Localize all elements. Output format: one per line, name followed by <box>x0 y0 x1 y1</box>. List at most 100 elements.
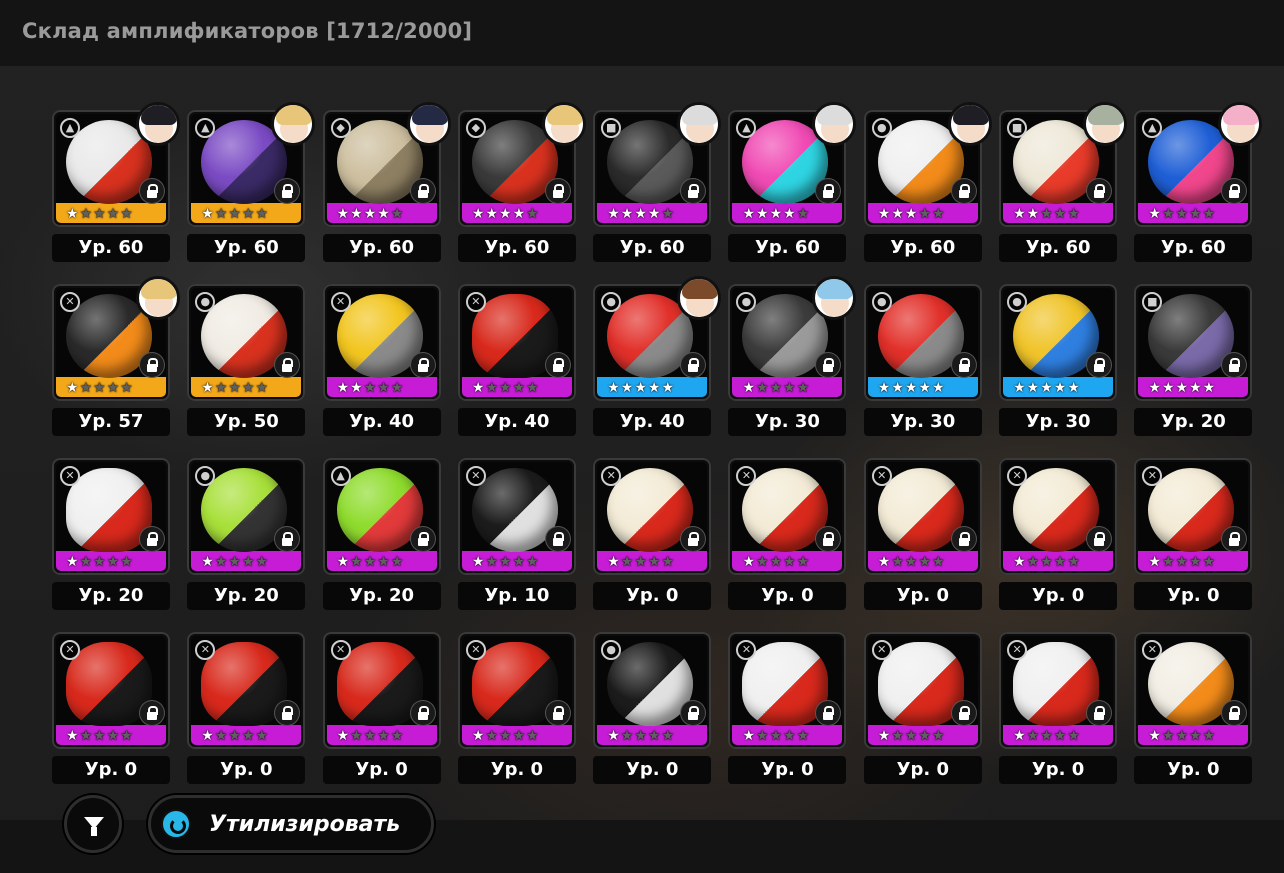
lock-icon[interactable] <box>1087 527 1112 551</box>
star-icon: ★ <box>512 728 526 744</box>
star-icon: ★ <box>1148 554 1161 570</box>
star-icon: ★ <box>526 554 539 570</box>
lock-icon[interactable] <box>681 701 706 725</box>
amplifier-card[interactable]: ✕ ★ ★ ★ ★ ★ Ур. 0 <box>999 458 1118 610</box>
amplifier-card[interactable]: ✕ ★ ★ ★ ★ ★ Ур. 0 <box>728 632 847 784</box>
amplifier-card[interactable]: ● ★ ★ ★ ★ ★ Ур. 50 <box>187 284 306 436</box>
amplifier-card[interactable]: ▲ ★ ★ ★ ★ ★ Ур. 60 <box>1134 102 1263 262</box>
star-icon: ★ <box>1161 380 1175 396</box>
amplifier-card[interactable]: ■ ★ ★ ★ ★ ★ Ур. 20 <box>1134 284 1253 436</box>
lock-icon[interactable] <box>951 179 976 203</box>
star-icon: ★ <box>932 554 945 570</box>
star-icon: ★ <box>499 554 512 570</box>
star-icon: ★ <box>904 728 918 744</box>
amplifier-card[interactable]: ● ★ ★ ★ ★ ★ Ур. 0 <box>593 632 712 784</box>
lock-icon[interactable] <box>681 527 706 551</box>
lock-icon[interactable] <box>410 701 435 725</box>
amplifier-card[interactable]: ■ ★ ★ ★ ★ ★ Ур. 60 <box>593 102 722 262</box>
amplifier-card[interactable]: ✕ ★ ★ ★ ★ ★ Ур. 0 <box>187 632 306 784</box>
star-icon: ★ <box>377 206 390 222</box>
lock-icon[interactable] <box>140 179 164 203</box>
lock-icon[interactable] <box>545 179 570 203</box>
amplifier-card[interactable]: ✕ ★ ★ ★ ★ ★ Ур. 0 <box>52 632 170 784</box>
amplifier-card[interactable]: ▲ ★ ★ ★ ★ ★ Ур. 60 <box>52 102 180 262</box>
star-icon: ★ <box>228 206 241 222</box>
amplifier-card[interactable]: ✕ ★ ★ ★ ★ ★ Ур. 0 <box>322 632 441 784</box>
star-icon: ★ <box>228 554 241 570</box>
amplifier-card[interactable]: ▲ ★ ★ ★ ★ ★ Ур. 20 <box>322 458 441 610</box>
amplifier-card[interactable]: ● ★ ★ ★ ★ ★ Ур. 30 <box>728 276 857 436</box>
star-icon: ★ <box>796 206 810 222</box>
star-icon: ★ <box>214 554 228 570</box>
amplifier-card[interactable]: ✕ ★ ★ ★ ★ ★ Ур. 0 <box>728 458 847 610</box>
amplifier-card[interactable]: ✕ ★ ★ ★ ★ ★ Ур. 20 <box>52 458 170 610</box>
amplifier-card[interactable]: ✕ ★ ★ ★ ★ ★ Ур. 0 <box>863 632 982 784</box>
amplifier-card[interactable]: ✕ ★ ★ ★ ★ ★ Ур. 0 <box>999 632 1118 784</box>
amplifier-card[interactable]: ◆ ★ ★ ★ ★ ★ Ур. 60 <box>322 102 451 262</box>
lock-icon[interactable] <box>1087 701 1112 725</box>
amplifier-card[interactable]: ✕ ★ ★ ★ ★ ★ Ур. 0 <box>1134 632 1253 784</box>
star-icon: ★ <box>201 380 214 396</box>
star-icon: ★ <box>661 380 674 396</box>
star-icon: ★ <box>336 728 350 744</box>
level-label: Ур. 20 <box>187 582 306 610</box>
lock-icon[interactable] <box>410 179 435 203</box>
lock-icon[interactable] <box>545 353 570 377</box>
amplifier-card[interactable]: ✕ ★ ★ ★ ★ ★ Ур. 0 <box>457 632 576 784</box>
lock-icon[interactable] <box>681 353 706 377</box>
lock-icon[interactable] <box>545 527 570 551</box>
amplifier-card[interactable]: ● ★ ★ ★ ★ ★ Ур. 20 <box>187 458 306 610</box>
amplifier-card[interactable]: ✕ ★ ★ ★ ★ ★ Ур. 40 <box>457 284 576 436</box>
star-icon: ★ <box>485 728 499 744</box>
lock-icon[interactable] <box>681 179 706 203</box>
lock-icon[interactable] <box>545 701 570 725</box>
amplifier-card[interactable]: ● ★ ★ ★ ★ ★ Ур. 30 <box>863 284 982 436</box>
lock-icon[interactable] <box>951 701 976 725</box>
lock-icon[interactable] <box>140 701 164 725</box>
lock-icon[interactable] <box>1087 353 1112 377</box>
level-label: Ур. 20 <box>1134 408 1253 436</box>
amplifier-card[interactable]: ▲ ★ ★ ★ ★ ★ Ур. 60 <box>187 102 316 262</box>
lock-icon[interactable] <box>140 353 164 377</box>
level-label: Ур. 0 <box>999 756 1118 784</box>
amplifier-card[interactable]: ✕ ★ ★ ★ ★ ★ Ур. 10 <box>457 458 576 610</box>
amplifier-card[interactable]: ✕ ★ ★ ★ ★ ★ Ур. 40 <box>322 284 441 436</box>
amplifier-card[interactable]: ▲ ★ ★ ★ ★ ★ Ур. 60 <box>728 102 857 262</box>
star-icon: ★ <box>1202 380 1216 396</box>
star-rating: ★ ★ ★ ★ ★ <box>337 728 404 744</box>
amplifier-card[interactable]: ● ★ ★ ★ ★ ★ Ур. 60 <box>863 102 992 262</box>
star-rating: ★ ★ ★ ★ ★ <box>1013 380 1080 396</box>
star-icon: ★ <box>1189 380 1202 396</box>
amplifier-card[interactable]: ● ★ ★ ★ ★ ★ Ур. 30 <box>999 284 1118 436</box>
amplifier-card[interactable]: ✕ ★ ★ ★ ★ ★ Ур. 0 <box>863 458 982 610</box>
lock-icon[interactable] <box>140 527 164 551</box>
amplifier-card[interactable]: ✕ ★ ★ ★ ★ ★ Ур. 0 <box>1134 458 1253 610</box>
star-icon: ★ <box>796 380 810 396</box>
lock-icon[interactable] <box>951 527 976 551</box>
lock-icon[interactable] <box>1087 179 1112 203</box>
filter-button[interactable] <box>64 795 122 853</box>
level-label: Ур. 0 <box>863 756 982 784</box>
amplifier-card[interactable]: ◆ ★ ★ ★ ★ ★ Ур. 60 <box>457 102 586 262</box>
amplifier-type-icon: ◆ <box>465 118 486 138</box>
lock-icon[interactable] <box>410 353 435 377</box>
star-icon: ★ <box>918 728 932 744</box>
level-label: Ур. 60 <box>52 234 170 262</box>
level-label: Ур. 60 <box>187 234 306 262</box>
star-icon: ★ <box>214 380 228 396</box>
star-icon: ★ <box>647 728 661 744</box>
amplifier-card[interactable]: ● ★ ★ ★ ★ ★ Ур. 40 <box>593 276 722 436</box>
star-icon: ★ <box>1175 728 1189 744</box>
lock-icon[interactable] <box>410 527 435 551</box>
star-rating: ★ ★ ★ ★ ★ <box>878 206 945 222</box>
star-icon: ★ <box>634 380 647 396</box>
amplifier-card[interactable]: ✕ ★ ★ ★ ★ ★ Ур. 0 <box>593 458 712 610</box>
recycle-button[interactable]: Утилизировать <box>148 795 434 853</box>
star-icon: ★ <box>79 728 93 744</box>
star-rating: ★ ★ ★ ★ ★ <box>742 380 809 396</box>
lock-icon[interactable] <box>951 353 976 377</box>
star-rating: ★ ★ ★ ★ ★ <box>607 380 674 396</box>
amplifier-card[interactable]: ✕ ★ ★ ★ ★ ★ Ур. 57 <box>52 276 180 436</box>
agent-avatar <box>136 276 180 320</box>
amplifier-card[interactable]: ■ ★ ★ ★ ★ ★ Ур. 60 <box>999 102 1128 262</box>
